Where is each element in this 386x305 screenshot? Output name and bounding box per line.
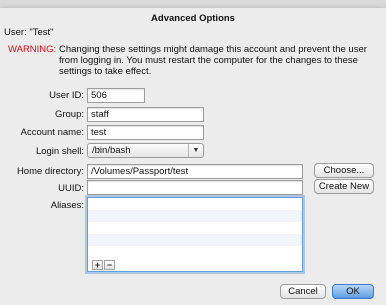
user-id-label: User ID: — [49, 90, 84, 101]
chevron-down-icon: ▼ — [188, 144, 203, 157]
remove-alias-button[interactable]: − — [104, 260, 115, 270]
list-item — [88, 234, 302, 246]
warning-label: WARNING: — [8, 44, 57, 55]
warning-text: Changing these settings might damage thi… — [59, 44, 367, 77]
login-shell-label: Login shell: — [35, 146, 84, 157]
add-alias-button[interactable]: + — [92, 260, 103, 270]
home-directory-label: Home directory: — [16, 166, 84, 177]
group-label: Group: — [54, 109, 84, 120]
dialog-title: Advanced Options — [151, 13, 235, 24]
create-new-button[interactable]: Create New — [314, 179, 374, 194]
list-item — [88, 210, 302, 222]
login-shell-popup[interactable]: /bin/bash ▼ — [87, 143, 204, 158]
list-item — [88, 246, 302, 258]
advanced-options-sheet: Advanced Options User: "Test" WARNING: C… — [0, 8, 386, 305]
uuid-label: UUID: — [58, 183, 84, 194]
account-name-label: Account name: — [20, 127, 84, 138]
uuid-field[interactable] — [87, 180, 303, 195]
aliases-list[interactable] — [87, 197, 303, 272]
ok-button[interactable]: OK — [332, 284, 374, 299]
list-item — [88, 198, 302, 210]
account-name-field[interactable]: test — [87, 125, 204, 140]
user-id-field[interactable]: 506 — [87, 88, 145, 103]
user-name-line: User: "Test" — [4, 27, 54, 38]
login-shell-value: /bin/bash — [92, 145, 131, 156]
aliases-label: Aliases: — [50, 200, 84, 211]
home-directory-field[interactable]: /Volumes/Passport/test — [87, 164, 303, 179]
list-item — [88, 222, 302, 234]
choose-button[interactable]: Choose... — [314, 163, 374, 178]
cancel-button[interactable]: Cancel — [280, 284, 326, 299]
group-field[interactable]: staff — [87, 107, 204, 122]
